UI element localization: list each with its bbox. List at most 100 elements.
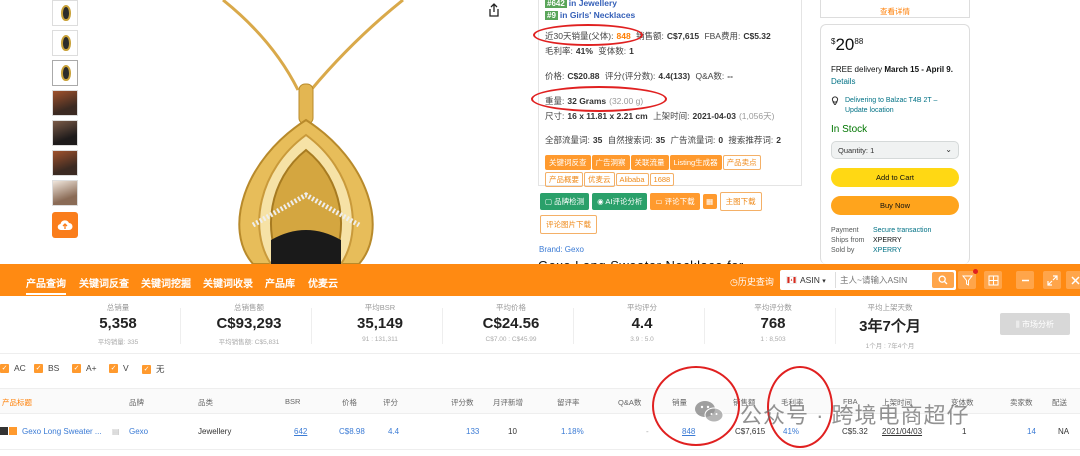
share-icon[interactable] (486, 2, 502, 18)
price-value: C$20.88 (567, 71, 600, 81)
tab-keyword-mining[interactable]: 关键词挖掘 (141, 275, 191, 290)
product-info-panel: #642 in Jewellery #9 in Girls' Necklaces 近… (538, 0, 802, 187)
tag-keyword-reverse[interactable]: 关键词反查 (545, 155, 591, 170)
reviews-cell: 133 (466, 427, 480, 436)
history-label: 历史查询 (737, 277, 774, 287)
col-reviews[interactable]: 评分数 (451, 397, 474, 408)
filter-v[interactable]: ✓ V (109, 363, 129, 373)
kw-total-value: 35 (592, 135, 603, 145)
thumbnail[interactable] (52, 150, 78, 176)
bsr-cell[interactable]: 642 (294, 427, 307, 436)
rank-category: in Jewellery (568, 0, 617, 8)
thumbnail[interactable] (52, 180, 78, 206)
col-fulfillment[interactable]: 配送 (1052, 397, 1067, 408)
fba-label: FBA费用: (704, 31, 741, 41)
stat-sub: C$7.00 : C$45.99 (485, 336, 537, 343)
review-download-button[interactable]: ▭ 评论下载 (650, 193, 700, 210)
tab-product-query[interactable]: 产品查询 (26, 275, 66, 295)
copy-icon[interactable]: ▤ (112, 427, 120, 436)
brand-cell[interactable]: Gexo (129, 427, 148, 436)
tag-youmaiyun[interactable]: 优麦云 (584, 172, 615, 187)
sold-value[interactable]: XPERRY (873, 247, 902, 254)
filter-aplus[interactable]: ✓ A+ (72, 363, 97, 373)
tag-1688[interactable]: 1688 (649, 173, 675, 186)
product-page: #642 in Jewellery #9 in Girls' Necklaces 近… (0, 0, 1080, 273)
marketplace-select[interactable]: ASIN ▾ (800, 275, 826, 285)
rating-cell: 4.4 (388, 427, 400, 436)
col-monthly[interactable]: 月评新增 (493, 397, 523, 408)
grid-icon[interactable]: ▦ (702, 194, 717, 209)
sales30-value: 848 (616, 31, 631, 41)
qa-label: Q&A数: (695, 71, 725, 81)
col-brand[interactable]: 品牌 (129, 397, 144, 408)
kw-natural-label: 自然搜索词: (607, 135, 653, 145)
tag-related-traffic[interactable]: 关联流量 (630, 155, 669, 170)
market-analysis-button[interactable]: ⫼ 市场分析 (1000, 313, 1070, 335)
upload-icon[interactable] (52, 212, 78, 238)
rank-line[interactable]: #642 in Jewellery (545, 0, 617, 8)
product-main-image[interactable] (103, 0, 511, 264)
tag-summary[interactable]: 产品概要 (545, 172, 583, 187)
brand-check-label: 品牌检测 (554, 197, 585, 206)
buy-now-button[interactable]: Buy Now (831, 196, 959, 215)
asin-search-input[interactable] (835, 272, 927, 288)
brand-link[interactable]: Brand: Gexo (539, 245, 584, 254)
grid-view-icon[interactable] (984, 271, 1002, 289)
col-sellers[interactable]: 卖家数 (1010, 397, 1033, 408)
buybox-detail-link[interactable]: 查看详情 (820, 0, 970, 18)
rating-value: 4.4(133) (658, 71, 691, 81)
chevron-down-icon: ▾ (822, 278, 826, 285)
review-image-download-button[interactable]: 评论图片下载 (540, 215, 597, 234)
search-icon[interactable] (932, 272, 954, 288)
close-icon[interactable] (1066, 271, 1080, 289)
kw-ad-value: 0 (718, 135, 724, 145)
ai-review-button[interactable]: ◉ AI评论分析 (592, 193, 648, 210)
filter-icon[interactable] (958, 269, 978, 289)
quantity-select[interactable]: Quantity: 1 ⌄ (831, 141, 959, 159)
thumbnail[interactable] (52, 90, 78, 116)
delivery-details-link[interactable]: Details (831, 77, 855, 86)
kw-rec-value: 2 (776, 135, 782, 145)
thumbnail[interactable] (52, 60, 78, 86)
add-to-cart-button[interactable]: Add to Cart (831, 168, 959, 187)
rank-line[interactable]: #9 in Girls' Necklaces (545, 10, 635, 20)
tag-listing-generator[interactable]: Listing生成器 (669, 155, 722, 170)
product-title-link[interactable]: Gexo Long Sweater ... (22, 427, 102, 436)
col-qa[interactable]: Q&A数 (618, 397, 641, 408)
tag-alibaba[interactable]: Alibaba (615, 173, 649, 186)
payment-value[interactable]: Secure transaction (873, 227, 931, 234)
minimize-icon[interactable] (1016, 271, 1034, 289)
monthly-cell: 10 (508, 427, 517, 436)
filter-bs[interactable]: ✓ BS (34, 363, 59, 373)
expand-icon[interactable] (1043, 271, 1061, 289)
col-title[interactable]: 产品标题 (2, 397, 32, 408)
col-category[interactable]: 品类 (198, 397, 213, 408)
tag-selling-points[interactable]: 产品卖点 (722, 155, 761, 170)
thumbnail[interactable] (52, 30, 78, 56)
stat-label: 平均评分数 (754, 303, 792, 312)
stat-label: 总销售额 (234, 303, 264, 312)
thumbnail[interactable] (52, 0, 78, 26)
col-bsr[interactable]: BSR (285, 397, 300, 406)
deliver-to-link[interactable]: Delivering to Balzac T4B 2T – Update loc… (831, 96, 959, 116)
sellers-cell[interactable]: 14 (1027, 427, 1036, 436)
col-review-rate[interactable]: 留评率 (557, 397, 580, 408)
deliver-to-label: Delivering to Balzac T4B 2T – Update loc… (845, 97, 938, 114)
thumbnail[interactable] (52, 120, 78, 146)
filter-ac[interactable]: ✓ AC (0, 363, 26, 373)
filter-none[interactable]: ✓ 无 (142, 363, 165, 375)
tag-ad-insight[interactable]: 广告洞察 (591, 155, 630, 170)
brand-check-button[interactable]: ▢ 品牌检测 (540, 193, 590, 210)
main-image-download-button[interactable]: 主图下载 (719, 192, 762, 211)
tab-keyword-index[interactable]: 关键词收录 (203, 275, 253, 290)
history-query-link[interactable]: ◷历史查询 (730, 275, 774, 288)
col-price[interactable]: 价格 (342, 397, 357, 408)
sales-cell[interactable]: 848 (682, 427, 695, 436)
tab-keyword-reverse[interactable]: 关键词反查 (79, 275, 129, 290)
delivery-date: March 15 - April 9. (884, 65, 953, 74)
col-rating[interactable]: 评分 (383, 397, 398, 408)
tab-youmaiyun[interactable]: 优麦云 (308, 275, 338, 290)
keyword-row: 全部流量词: 35 自然搜索词: 35 广告流量词: 0 搜索推荐词: 2 (545, 134, 795, 146)
tab-product-library[interactable]: 产品库 (265, 275, 295, 290)
col-sales[interactable]: 销量 (672, 397, 687, 408)
